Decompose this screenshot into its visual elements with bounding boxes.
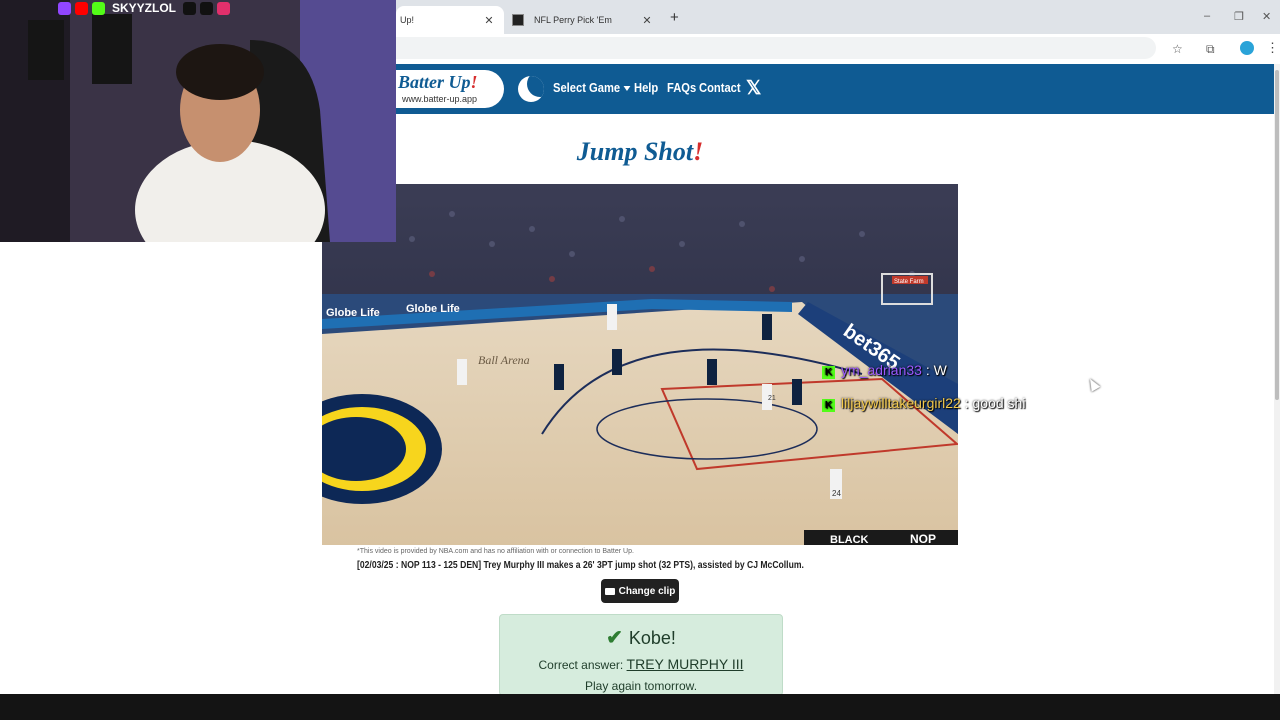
result-panel: ✔ Kobe! Correct answer: TREY MURPHY III P… xyxy=(499,614,783,696)
result-heading: ✔ Kobe! xyxy=(500,625,782,650)
mouse-cursor-icon xyxy=(1085,376,1101,392)
webcam-frame xyxy=(0,0,396,242)
chevron-down-icon xyxy=(623,86,631,92)
checkmark-icon: ✔ xyxy=(606,627,623,649)
result-heading-text: Kobe! xyxy=(628,628,676,648)
browser-menu-icon[interactable]: ⋮ xyxy=(1266,40,1279,56)
video-scorebug-nop: NOP xyxy=(910,532,936,545)
chat-message: Kliljaywilltakeurgirl22 : good shi xyxy=(822,395,1025,412)
bottom-bar xyxy=(0,694,1280,720)
batter-up-logo[interactable]: Batter Up! www.batter-up.app xyxy=(396,70,504,108)
tab-close-icon[interactable]: ✕ xyxy=(482,14,496,27)
restore-button[interactable]: ❐ xyxy=(1234,10,1244,23)
address-bar-row: ☆ ⧉ ⋮ xyxy=(396,34,1280,62)
dark-mode-moon-icon[interactable] xyxy=(518,76,544,102)
address-input[interactable] xyxy=(396,37,1156,59)
new-tab-button[interactable]: + xyxy=(670,9,679,26)
video-jersey-24: 24 xyxy=(832,489,841,498)
tab-close-icon[interactable]: ✕ xyxy=(640,14,654,27)
tab-batter-up[interactable]: Up! ✕ xyxy=(396,6,504,34)
close-window-button[interactable]: ✕ xyxy=(1262,10,1271,23)
browser-tab-strip: Up! ✕ NFL Perry Pick 'Em ✕ + – ❐ ✕ xyxy=(396,0,1280,34)
page-title: Jump Shot! xyxy=(540,137,740,167)
kick-badge-icon: K xyxy=(822,366,835,379)
x-twitter-icon[interactable]: 𝕏 xyxy=(746,77,761,100)
video-ad-ball-arena: Ball Arena xyxy=(478,353,530,367)
video-ad-globe-life-2: Globe Life xyxy=(406,303,460,315)
video-jersey-21: 21 xyxy=(768,395,776,402)
twitch-icon xyxy=(58,1,71,15)
scrollbar-thumb[interactable] xyxy=(1275,70,1279,400)
correct-answer-link[interactable]: TREY MURPHY III xyxy=(627,656,744,672)
page-title-text: Jump Shot xyxy=(576,137,694,166)
kick-icon xyxy=(92,1,105,15)
instagram-icon xyxy=(217,1,231,15)
nav-contact[interactable]: Contact xyxy=(699,80,741,95)
profile-avatar[interactable] xyxy=(1240,41,1254,55)
correct-answer-line: Correct answer: TREY MURPHY III xyxy=(500,656,782,672)
social-bar: SKYYZLOL xyxy=(58,0,231,16)
change-clip-label: Change clip xyxy=(618,585,676,597)
streamer-handle: SKYYZLOL xyxy=(112,1,177,15)
youtube-icon xyxy=(75,1,88,15)
streamer-webcam: SKYYZLOL xyxy=(0,0,396,242)
video-disclaimer: *This video is provided by NBA.com and h… xyxy=(357,548,634,555)
logo-exclamation: ! xyxy=(470,72,478,92)
tab-favicon-icon xyxy=(512,14,524,26)
extensions-icon[interactable]: ⧉ xyxy=(1206,42,1215,57)
chat-username: liljaywilltakeurgirl22 xyxy=(841,395,961,411)
kick-badge-icon: K xyxy=(822,399,835,412)
chat-text: good shi xyxy=(972,395,1026,411)
change-clip-button[interactable]: Change clip xyxy=(601,579,679,603)
tiktok-icon xyxy=(183,1,197,15)
clip-caption: [02/03/25 : NOP 113 - 125 DEN] Trey Murp… xyxy=(357,560,804,571)
minimize-button[interactable]: – xyxy=(1204,10,1210,22)
correct-answer-label: Correct answer: xyxy=(538,658,624,672)
tab-title: NFL Perry Pick 'Em xyxy=(534,15,612,25)
site-navbar: Batter Up! www.batter-up.app Select Game… xyxy=(396,64,1274,114)
logo-url: www.batter-up.app xyxy=(402,94,478,104)
logo-text: Batter Up xyxy=(398,72,471,92)
video-ad-state-farm: State Farm xyxy=(894,279,924,285)
nav-faqs[interactable]: FAQs xyxy=(667,80,696,95)
page-scrollbar[interactable] xyxy=(1274,64,1280,694)
nav-help[interactable]: Help xyxy=(634,80,658,95)
nav-select-game[interactable]: Select Game xyxy=(553,80,631,95)
x-icon xyxy=(200,1,214,15)
chat-username: ym_adrian33 xyxy=(841,362,922,378)
bookmark-star-icon[interactable]: ☆ xyxy=(1172,42,1183,56)
page-title-exclamation: ! xyxy=(693,137,704,166)
camera-icon xyxy=(604,587,615,595)
video-scorebug-black: BLACK xyxy=(830,534,869,545)
chat-text: W xyxy=(933,362,947,378)
chat-message: Kym_adrian33 : W xyxy=(822,362,947,379)
nav-select-game-label: Select Game xyxy=(553,80,621,95)
tab-nfl-pick-em[interactable]: NFL Perry Pick 'Em ✕ xyxy=(506,6,662,34)
play-again-text: Play again tomorrow. xyxy=(584,679,698,693)
tab-title: Up! xyxy=(400,15,415,25)
video-ad-globe-life-1: Globe Life xyxy=(326,307,380,319)
